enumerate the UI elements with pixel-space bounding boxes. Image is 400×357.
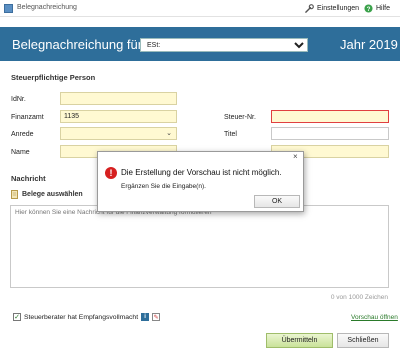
finanzamt-field[interactable]: 1135 (60, 110, 177, 123)
error-dialog: × ! Die Erstellung der Vorschau ist nich… (97, 151, 304, 212)
advisor-checkbox[interactable]: ✓ (13, 313, 21, 321)
preview-link[interactable]: Vorschau öffnen (351, 314, 398, 321)
idnr-label: IdNr. (11, 96, 26, 103)
attach-documents-label: Belege auswählen (22, 191, 83, 198)
dialog-subtext: Ergänzen Sie die Eingabe(n). (121, 183, 206, 190)
error-icon: ! (105, 167, 117, 179)
dialog-headline: Die Erstellung der Vorschau ist nicht mö… (121, 168, 282, 177)
app-icon (4, 4, 13, 13)
message-area[interactable] (10, 205, 389, 288)
svg-text:?: ? (367, 6, 371, 13)
document-icon (11, 190, 18, 199)
tax-type-select[interactable]: ESt: (140, 38, 308, 52)
window-title: Belegnachreichung (17, 4, 77, 11)
help-icon: ? (364, 4, 373, 13)
submit-button[interactable]: Übermitteln (266, 333, 333, 348)
steuernr-field[interactable] (271, 110, 389, 123)
settings-menu[interactable]: Einstellungen (305, 3, 359, 14)
dialog-titlebar (98, 152, 303, 162)
header-banner: Belegnachreichung für ESt: Jahr 2019 (0, 27, 400, 61)
anrede-label: Anrede (11, 131, 34, 138)
section-title-person: Steuerpflichtige Person (11, 73, 96, 82)
chevron-down-icon: ⌄ (166, 130, 172, 137)
dialog-ok-button[interactable]: OK (254, 195, 300, 208)
edit-icon[interactable]: ✎ (152, 313, 161, 321)
settings-label: Einstellungen (317, 5, 360, 12)
banner-title: Belegnachreichung für (12, 37, 143, 52)
finanzamt-label: Finanzamt (11, 114, 44, 121)
anrede-select[interactable]: ⌄ (60, 127, 177, 140)
name-label: Name (11, 149, 30, 156)
close-button[interactable]: Schließen (337, 333, 389, 348)
info-icon[interactable]: i (141, 313, 150, 321)
dialog-close-icon[interactable]: × (293, 152, 298, 161)
steuernr-label: Steuer-Nr. (224, 114, 256, 121)
char-counter: 0 von 1000 Zeichen (330, 294, 388, 301)
idnr-field[interactable] (60, 92, 177, 105)
advisor-checkbox-label: Steuerberater hat Empfangsvollmacht (24, 313, 139, 321)
message-textarea[interactable] (11, 206, 388, 287)
year-label: Jahr 2019 (340, 37, 398, 52)
wrench-icon (305, 4, 314, 13)
attach-documents-button[interactable]: Belege auswählen (11, 190, 83, 199)
help-menu[interactable]: ? Hilfe (364, 3, 390, 14)
advisor-checkbox-row[interactable]: ✓ Steuerberater hat Empfangsvollmacht i … (13, 313, 161, 321)
help-label: Hilfe (376, 5, 391, 12)
titel-label: Titel (224, 131, 237, 138)
window-titlebar: Belegnachreichung Einstellungen ? Hilfe (0, 0, 400, 17)
titel-field[interactable] (271, 127, 389, 140)
section-title-message: Nachricht (11, 174, 46, 183)
